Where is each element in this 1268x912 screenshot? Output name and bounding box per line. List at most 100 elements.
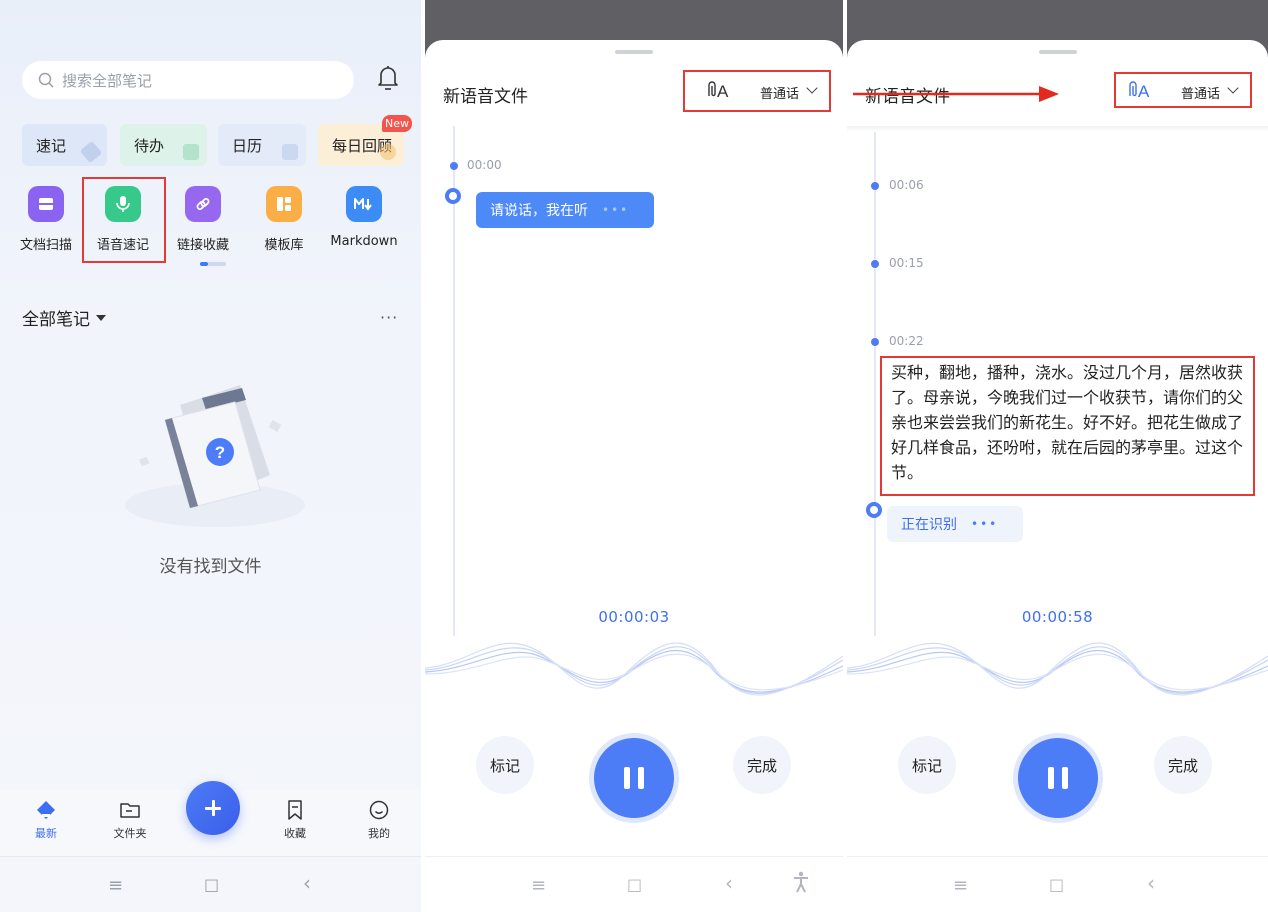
arrow-annotation <box>853 86 1059 102</box>
smile-icon <box>369 800 389 820</box>
svg-text:?: ? <box>215 443 225 462</box>
empty-folder-illustration: ? <box>125 385 305 527</box>
add-note-button[interactable] <box>186 781 240 835</box>
tab-label: 我的 <box>368 827 390 840</box>
recording-sheet: 新语音文件 A 普通话 00:00 请说话，我在听 ••• 00:00:03 标… <box>425 40 843 912</box>
quick-label: 待办 <box>134 136 165 155</box>
system-nav-bar: ≡ □ ‹ <box>847 856 1268 912</box>
audio-waveform <box>847 642 1268 696</box>
quick-label: 日历 <box>232 136 263 155</box>
current-position-dot <box>445 188 461 204</box>
pencil-icon <box>79 140 103 164</box>
recording-timer: 00:00:03 <box>598 608 670 626</box>
template-icon <box>266 186 302 222</box>
folder-icon <box>120 803 140 818</box>
tool-label: 文档扫描 <box>19 238 72 253</box>
listening-text: 请说话，我在听 <box>490 203 588 219</box>
menu-icon[interactable]: ≡ <box>531 875 546 896</box>
done-button[interactable]: 完成 <box>1154 736 1212 794</box>
home-icon[interactable]: □ <box>1049 875 1064 894</box>
audio-waveform <box>425 642 843 696</box>
back-icon[interactable]: ‹ <box>303 871 311 895</box>
tab-label: 收藏 <box>284 827 306 840</box>
pause-button[interactable] <box>594 738 674 818</box>
home-screen: 搜索全部笔记 速记 待办 日历 每日回顾 New 文档扫描 语音速记 链接收藏 <box>0 0 421 912</box>
search-placeholder: 搜索全部笔记 <box>62 71 153 90</box>
tool-markdown[interactable]: Markdown <box>326 186 402 249</box>
highlight-box <box>683 70 831 112</box>
recording-screen-start: 新语音文件 A 普通话 00:00 请说话，我在听 ••• 00:00:03 标… <box>425 0 843 912</box>
typing-dots: ••• <box>971 517 999 531</box>
recording-screen-transcribing: 新语音文件 A 普通话 00:06 00:15 00:22 买种，翻地，播种，浇… <box>847 0 1268 912</box>
typing-dots: ••• <box>602 203 630 217</box>
highlight-box <box>1114 72 1252 108</box>
latest-icon <box>37 801 55 819</box>
home-icon[interactable]: □ <box>204 875 219 894</box>
link-icon <box>185 186 221 222</box>
timestamp-dot <box>871 338 879 346</box>
current-position-dot <box>866 502 882 518</box>
highlight-box <box>880 356 1255 496</box>
sheet-handle[interactable] <box>615 50 653 54</box>
system-nav-bar: ≡ □ ‹ <box>425 856 843 912</box>
bell-icon[interactable] <box>376 64 400 92</box>
recording-timer: 00:00:58 <box>1021 608 1094 626</box>
sheet-handle[interactable] <box>1038 50 1077 54</box>
timestamp: 00:22 <box>889 334 924 348</box>
tab-label: 文件夹 <box>113 827 147 840</box>
all-notes-label: 全部笔记 <box>22 310 90 330</box>
back-icon[interactable]: ‹ <box>725 871 733 895</box>
tool-label: 模板库 <box>264 238 304 253</box>
caret-down-icon <box>96 314 106 321</box>
home-icon[interactable]: □ <box>627 875 642 894</box>
header-shadow <box>847 126 1268 132</box>
calendar-icon <box>282 144 298 160</box>
review-icon <box>380 144 396 160</box>
pause-bar <box>624 767 630 789</box>
pause-bar <box>638 767 644 789</box>
quick-note-card[interactable]: 速记 <box>22 124 107 166</box>
tab-label: 最新 <box>35 827 57 840</box>
file-title: 新语音文件 <box>443 87 528 107</box>
tab-profile[interactable]: 我的 <box>349 797 409 841</box>
timeline <box>874 132 876 636</box>
tool-label: Markdown <box>330 234 398 249</box>
mark-button[interactable]: 标记 <box>476 736 534 794</box>
done-button[interactable]: 完成 <box>733 736 791 794</box>
menu-icon[interactable]: ≡ <box>953 875 968 896</box>
pause-button[interactable] <box>1017 738 1098 818</box>
check-calendar-icon <box>183 144 199 160</box>
recognizing-bubble: 正在识别 ••• <box>887 506 1023 542</box>
page-indicator <box>200 262 226 266</box>
timestamp: 00:00 <box>467 158 502 172</box>
system-nav-bar: ≡ □ ‹ <box>0 856 421 912</box>
timestamp: 00:15 <box>889 256 924 270</box>
tool-doc-scan[interactable]: 文档扫描 <box>8 186 84 253</box>
tab-favorites[interactable]: 收藏 <box>265 797 325 841</box>
search-bar[interactable]: 搜索全部笔记 <box>22 61 354 99</box>
menu-icon[interactable]: ≡ <box>108 875 123 896</box>
bookmark-icon <box>288 800 302 820</box>
back-icon[interactable]: ‹ <box>1147 871 1155 895</box>
more-button[interactable]: ··· <box>380 308 398 327</box>
tab-latest[interactable]: 最新 <box>16 797 76 841</box>
empty-state-text: 没有找到文件 <box>159 557 262 577</box>
todo-card[interactable]: 待办 <box>120 124 207 166</box>
tool-template[interactable]: 模板库 <box>246 186 322 253</box>
tab-folders[interactable]: 文件夹 <box>100 797 160 841</box>
accessibility-icon[interactable] <box>792 871 810 893</box>
timestamp: 00:06 <box>889 178 924 192</box>
recording-sheet: 新语音文件 A 普通话 00:06 00:15 00:22 买种，翻地，播种，浇… <box>847 40 1268 912</box>
highlight-box <box>82 177 166 263</box>
timestamp-dot <box>871 260 879 268</box>
scan-icon <box>28 186 64 222</box>
quick-label: 速记 <box>36 136 67 155</box>
calendar-card[interactable]: 日历 <box>218 124 306 166</box>
pause-bar <box>1047 767 1054 789</box>
recognizing-text: 正在识别 <box>901 517 957 533</box>
mark-button[interactable]: 标记 <box>898 736 956 794</box>
all-notes-dropdown[interactable]: 全部笔记 <box>22 305 106 330</box>
search-icon <box>38 72 54 88</box>
new-badge: New <box>382 115 412 132</box>
tool-link-collect[interactable]: 链接收藏 <box>165 186 241 253</box>
